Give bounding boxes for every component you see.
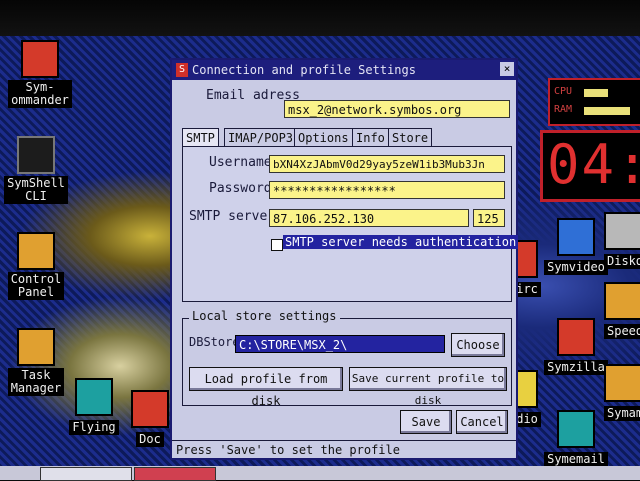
cpu-label: CPU xyxy=(554,86,573,97)
desktop-icon-diskd[interactable]: Diskd xyxy=(604,212,640,269)
tab-store[interactable]: Store xyxy=(388,128,433,147)
desktop-icon-symemail[interactable]: Symemail xyxy=(540,410,612,467)
desktop-icon-label: Symvideo xyxy=(544,260,608,275)
desktop-icon-flying[interactable]: Flying xyxy=(58,378,130,435)
desktop-icon-label: Control Panel xyxy=(7,272,65,300)
smtp-server-field[interactable]: 87.106.252.130 xyxy=(269,209,469,227)
local-store-label: Local store settings xyxy=(189,309,340,323)
desktop-icon-symcommander[interactable]: Sym- ommander xyxy=(4,40,76,108)
username-label: Username xyxy=(209,155,272,170)
tab-info[interactable]: Info xyxy=(352,128,389,147)
dbstore-path-field[interactable]: C:\STORE\MSX_2\ xyxy=(235,335,445,353)
tab-options[interactable]: Options xyxy=(294,128,353,147)
desktop-clock: 04:0 xyxy=(540,130,640,202)
load-profile-button[interactable]: Load profile from disk xyxy=(189,367,343,408)
choose-button[interactable]: Choose xyxy=(451,333,505,357)
control-panel-icon xyxy=(17,232,55,270)
task-manager-icon xyxy=(17,328,55,366)
desktop-icon-label: Diskd xyxy=(604,254,640,269)
save-current-profile-button[interactable]: Save current profile to disk xyxy=(349,367,507,407)
taskbar xyxy=(0,466,640,481)
desktop-icon-symvideo[interactable]: Symvideo xyxy=(540,218,612,275)
tab-smtp[interactable]: SMTP xyxy=(182,128,219,148)
window-titlebar[interactable]: S Connection and profile Settings × xyxy=(172,60,516,80)
symcommander-icon xyxy=(21,40,59,78)
cancel-button[interactable]: Cancel xyxy=(456,410,508,434)
desktop-icon-doc[interactable]: Doc xyxy=(126,390,174,447)
diskd-icon xyxy=(604,212,640,250)
desktop-icon-label: Flying xyxy=(69,420,119,435)
smtp-tab-panel: Username bXN4XzJAbmV0d29yay5zeW1ib3Mub3J… xyxy=(182,146,519,302)
desktop-icon-symshell[interactable]: SymShell CLI xyxy=(0,136,72,204)
symvideo-icon xyxy=(557,218,595,256)
desktop-icon-label: Sym- ommander xyxy=(8,80,72,108)
username-field[interactable]: bXN4XzJAbmV0d29yay5zeW1ib3Mub3Jn xyxy=(269,155,505,173)
ram-usage-bar xyxy=(584,107,630,115)
save-button[interactable]: Save xyxy=(400,410,452,434)
smtp-port-field[interactable]: 125 xyxy=(473,209,505,227)
connection-settings-window: S Connection and profile Settings × Emai… xyxy=(170,58,519,460)
status-bar: Press 'Save' to set the profile xyxy=(172,440,516,458)
taskbar-item[interactable] xyxy=(134,467,216,481)
desktop-icon-label: Symemail xyxy=(544,452,608,467)
local-store-group: Local store settings DBStore C:\STORE\MS… xyxy=(182,309,512,408)
password-label: Password xyxy=(209,181,272,196)
cpu-usage-bar xyxy=(584,89,608,97)
symshell-icon xyxy=(17,136,55,174)
app-icon[interactable]: S xyxy=(176,63,188,77)
desktop-icon-label: Doc xyxy=(136,432,164,447)
window-title: Connection and profile Settings xyxy=(192,63,416,77)
dbstore-label: DBStore xyxy=(189,335,240,349)
desktop-icon-symzilla[interactable]: Symzilla xyxy=(540,318,612,375)
email-field[interactable]: msx_2@network.symbos.org xyxy=(284,100,510,118)
symemail-icon xyxy=(557,410,595,448)
auth-checkbox-label[interactable]: SMTP server needs authentication xyxy=(283,235,519,249)
tab-imap-pop3[interactable]: IMAP/POP3 xyxy=(224,128,298,147)
auth-checkbox[interactable] xyxy=(271,239,283,251)
symam-icon xyxy=(604,364,640,402)
taskbar-item[interactable] xyxy=(40,467,132,481)
desktop-icon-label: Symzilla xyxy=(544,360,608,375)
speed-icon xyxy=(604,282,640,320)
desktop-icon-label: SymShell CLI xyxy=(4,176,68,204)
cpu-ram-widget: CPU RAM xyxy=(548,78,640,126)
desktop-icon-control-panel[interactable]: Control Panel xyxy=(0,232,72,300)
flying-icon xyxy=(75,378,113,416)
smtp-server-label: SMTP server xyxy=(189,209,276,224)
close-icon[interactable]: × xyxy=(500,62,514,76)
desktop-icon-label: Task Manager xyxy=(7,368,65,396)
password-field[interactable]: ***************** xyxy=(269,181,505,199)
symzilla-icon xyxy=(557,318,595,356)
ram-label: RAM xyxy=(554,104,573,115)
doc-icon xyxy=(131,390,169,428)
